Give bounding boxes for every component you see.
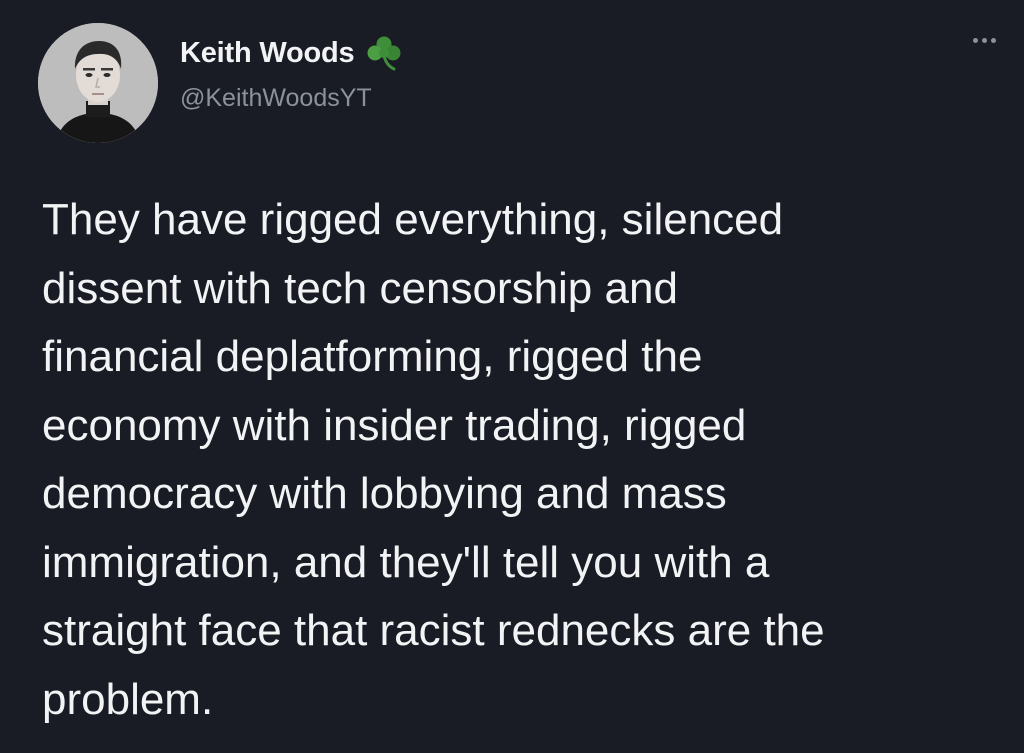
more-options-icon[interactable]: [973, 38, 996, 43]
shamrock-icon: [367, 36, 401, 71]
author-name-row: Keith Woods: [180, 33, 404, 73]
more-options-dot: [991, 38, 996, 43]
more-options-dot: [973, 38, 978, 43]
tweet-text: They have rigged everything, silenced di…: [42, 195, 825, 724]
tweet-card: Keith Woods @KeithWoodsYT They have rigg…: [0, 0, 1024, 753]
avatar-image: [38, 23, 158, 143]
avatar[interactable]: [38, 23, 158, 143]
more-options-dot: [982, 38, 987, 43]
author-handle[interactable]: @KeithWoodsYT: [180, 84, 372, 113]
display-name[interactable]: Keith Woods: [180, 37, 355, 70]
